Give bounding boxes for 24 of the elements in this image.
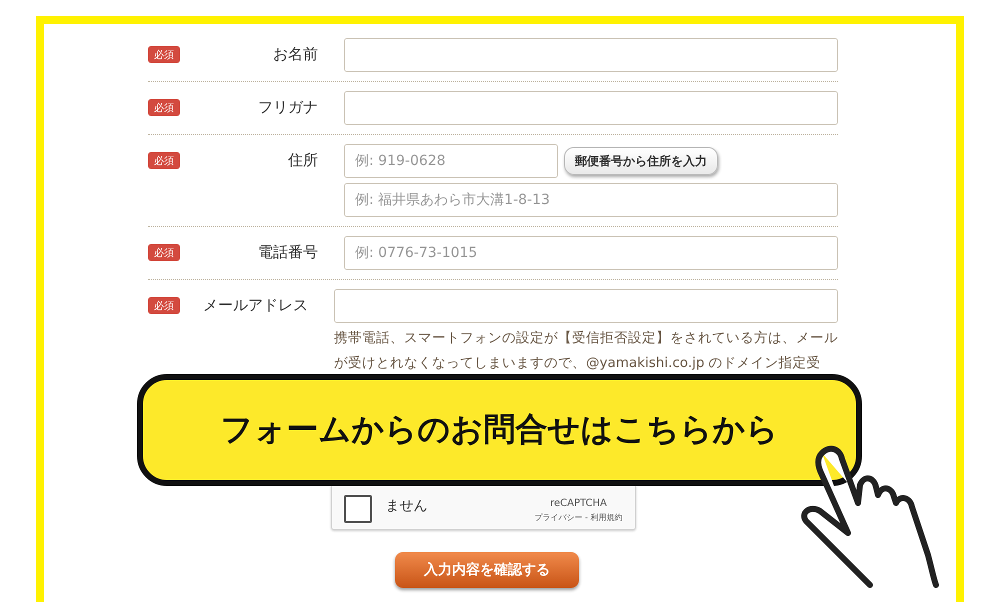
required-badge: 必須 bbox=[148, 99, 180, 116]
field-label: メールアドレス bbox=[202, 295, 308, 316]
captcha-checkbox[interactable] bbox=[344, 495, 372, 523]
input-field[interactable] bbox=[344, 91, 838, 125]
input-field[interactable]: 例: 919-0628 bbox=[344, 144, 558, 178]
address-lookup-button[interactable]: 郵便番号から住所を入力 bbox=[564, 147, 718, 175]
note-text: 携帯電話、スマートフォンの設定が【受信拒否設定】をされている方は、メール bbox=[334, 329, 838, 348]
required-badge: 必須 bbox=[148, 46, 180, 63]
contact-banner[interactable]: フォームからのお問合せはこちらから bbox=[137, 374, 862, 486]
input-field[interactable] bbox=[334, 289, 838, 323]
input-field[interactable] bbox=[344, 38, 838, 72]
required-badge: 必須 bbox=[148, 244, 180, 261]
captcha-label: ません bbox=[386, 497, 428, 515]
note-text: が受けとれなくなってしまいますので、@yamakishi.co.jp のドメイン指定受 bbox=[334, 354, 822, 373]
required-badge: 必須 bbox=[148, 297, 180, 314]
field-label: フリガナ bbox=[257, 97, 318, 118]
field-label: お名前 bbox=[272, 44, 318, 65]
input-field[interactable]: 例: 福井県あわら市大溝1-8-13 bbox=[344, 183, 838, 217]
field-label: 電話番号 bbox=[257, 242, 318, 263]
field-label: 住所 bbox=[287, 150, 318, 171]
input-field[interactable]: 例: 0776-73-1015 bbox=[344, 236, 838, 270]
captcha-links[interactable]: プライバシー - 利用規約 bbox=[534, 512, 622, 523]
captcha-brand: reCAPTCHA bbox=[550, 498, 607, 509]
required-badge: 必須 bbox=[148, 152, 180, 169]
